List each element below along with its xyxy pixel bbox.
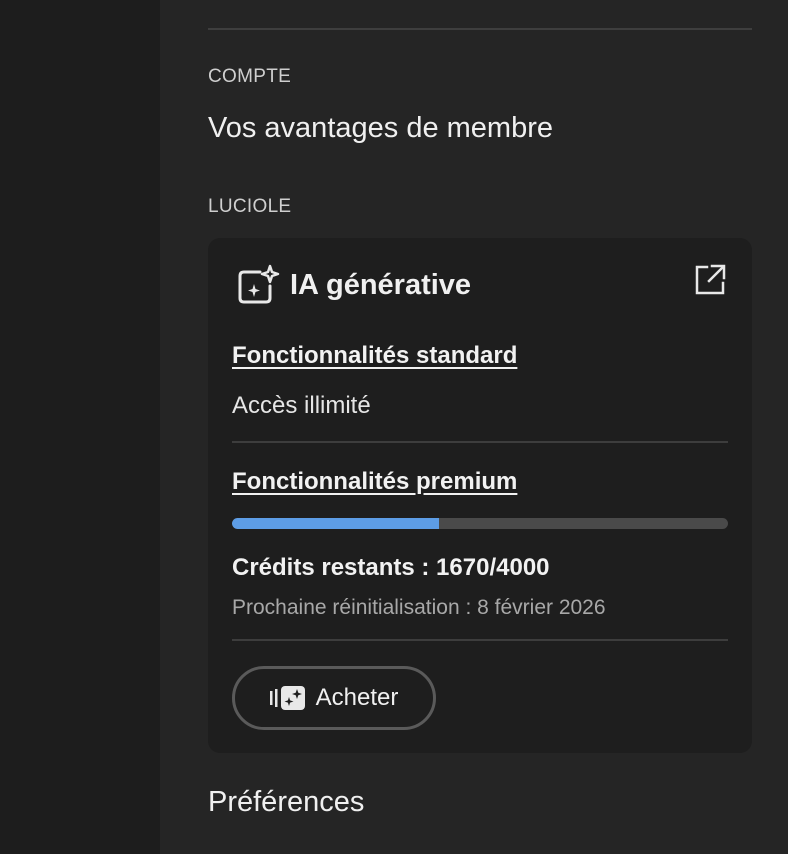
card-title: IA générative [290, 268, 472, 301]
credits-progress-bar [232, 518, 728, 529]
external-link-icon[interactable] [692, 262, 728, 298]
buy-credits-icon [269, 685, 308, 711]
top-divider [208, 28, 752, 30]
next-reset-text: Prochaine réinitialisation : 8 février 2… [232, 596, 606, 619]
account-panel: COMPTE Vos avantages de membre LUCIOLE I… [160, 0, 788, 854]
left-sidebar [0, 0, 160, 854]
generative-ai-card: IA générative Fonctionnalités standard A… [208, 238, 752, 753]
premium-features-link[interactable]: Fonctionnalités premium [232, 468, 517, 496]
card-title-row: IA générative [236, 264, 471, 306]
card-divider [232, 441, 728, 443]
standard-features-value: Accès illimité [232, 392, 371, 419]
card-divider [232, 639, 728, 641]
preferences-heading: Préférences [208, 786, 365, 818]
account-section-label: COMPTE [208, 66, 292, 87]
buy-button-label: Acheter [315, 684, 399, 711]
credits-remaining-text: Crédits restants : 1670/4000 [232, 554, 550, 581]
buy-button[interactable]: Acheter [232, 666, 436, 730]
firefly-section-label: LUCIOLE [208, 196, 292, 217]
standard-features-link[interactable]: Fonctionnalités standard [232, 342, 517, 370]
generative-ai-sparkle-icon [236, 264, 280, 306]
member-benefits-heading: Vos avantages de membre [208, 112, 553, 144]
credits-progress-fill [232, 518, 440, 529]
